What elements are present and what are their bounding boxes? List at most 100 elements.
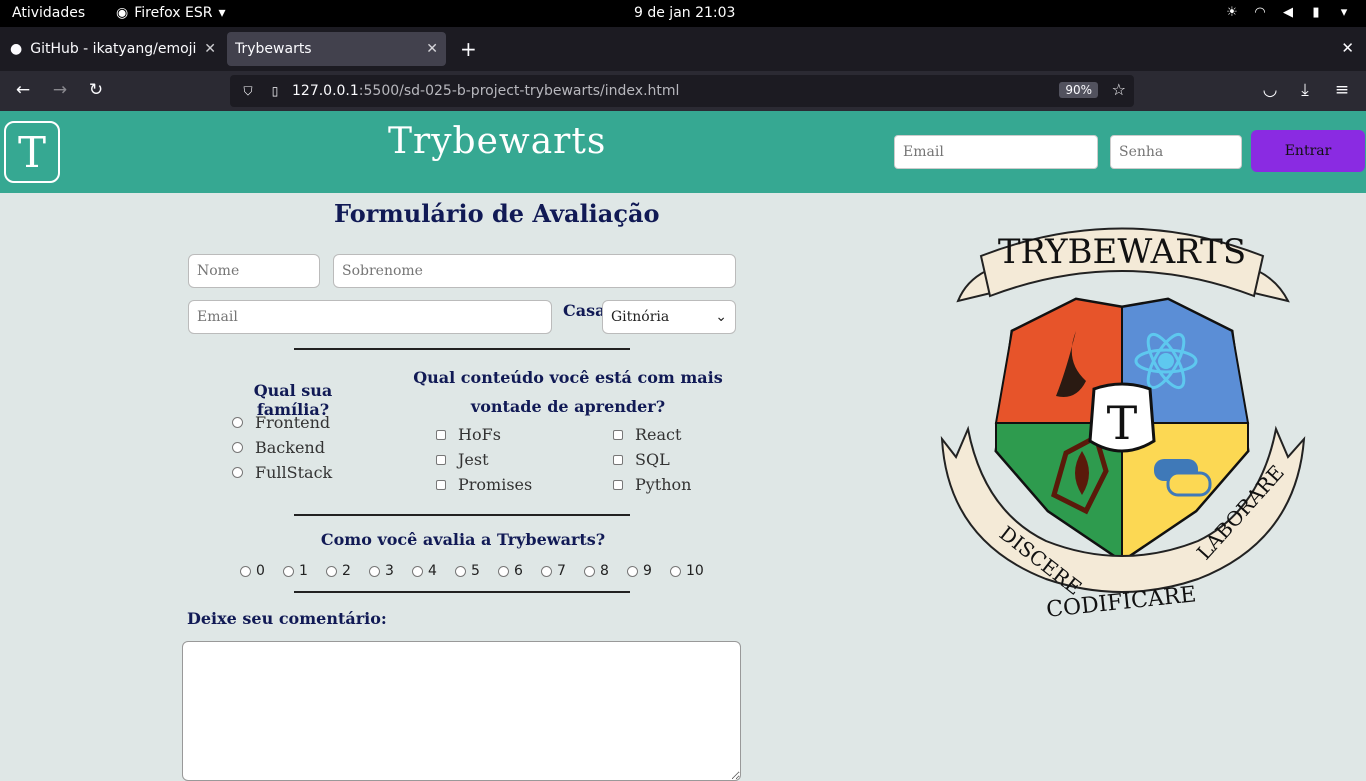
familia-option[interactable]: Backend	[232, 438, 325, 457]
bookmark-star-icon[interactable]: ☆	[1112, 80, 1126, 99]
rating-option[interactable]: 5	[455, 563, 480, 579]
conteudo-option[interactable]: Jest	[436, 450, 489, 469]
logo: T	[4, 121, 60, 183]
menu-icon[interactable]: ≡	[1331, 80, 1353, 100]
app-menu-label: Firefox ESR	[134, 5, 213, 21]
familia-option[interactable]: Frontend	[232, 413, 330, 432]
checkbox[interactable]	[436, 479, 446, 490]
system-tray[interactable]: ☀ ◠ ◀ ▮ ▾	[1224, 4, 1352, 20]
login-password-input[interactable]	[1110, 135, 1242, 169]
tab-github[interactable]: ● GitHub - ikatyang/emoji-cheat-sheet ✕	[2, 32, 224, 66]
rating-option[interactable]: 2	[326, 563, 351, 579]
divider	[294, 591, 630, 593]
clock[interactable]: 9 de jan 21:03	[634, 5, 735, 21]
conteudo-title: Qual conteúdo você está com mais vontade…	[413, 368, 723, 416]
avalia-title: Como você avalia a Trybewarts?	[320, 530, 606, 549]
checkbox[interactable]	[436, 454, 446, 465]
login-button[interactable]: Entrar	[1251, 130, 1365, 172]
radio[interactable]	[232, 442, 243, 453]
new-tab-button[interactable]: +	[460, 37, 477, 61]
rating-option[interactable]: 7	[541, 563, 566, 579]
zoom-badge[interactable]: 90%	[1059, 82, 1098, 98]
close-icon[interactable]: ✕	[426, 41, 438, 57]
nome-input[interactable]	[188, 254, 320, 288]
email-input[interactable]	[188, 300, 552, 334]
forward-icon[interactable]: →	[49, 80, 71, 100]
shield-icon[interactable]: ⛉	[240, 84, 256, 99]
login-email-input[interactable]	[894, 135, 1098, 169]
radio[interactable]	[498, 565, 509, 577]
form-title: Formulário de Avaliação	[334, 199, 660, 228]
rating-option[interactable]: 10	[670, 563, 704, 579]
chevron-down-icon: ▾	[218, 5, 226, 21]
radio[interactable]	[541, 565, 552, 577]
system-top-bar: Atividades ◉ Firefox ESR ▾ 9 de jan 21:0…	[0, 0, 1366, 27]
close-icon[interactable]: ✕	[204, 41, 216, 57]
react-icon	[1158, 353, 1174, 369]
web-page: T Trybewarts Entrar Formulário de Avalia…	[0, 111, 1366, 781]
tab-bar: ● GitHub - ikatyang/emoji-cheat-sheet ✕ …	[0, 27, 1366, 71]
radio[interactable]	[232, 467, 243, 478]
reload-icon[interactable]: ↻	[85, 80, 107, 100]
conteudo-option[interactable]: Python	[613, 475, 691, 494]
chevron-down-icon: ▾	[1340, 4, 1348, 20]
radio[interactable]	[584, 565, 595, 577]
conteudo-option[interactable]: React	[613, 425, 681, 444]
radio[interactable]	[232, 417, 243, 428]
tab-title: GitHub - ikatyang/emoji-cheat-sheet	[30, 41, 197, 57]
activities-button[interactable]: Atividades	[12, 5, 85, 21]
crest-center-letter: T	[1107, 396, 1138, 450]
radio[interactable]	[326, 565, 337, 577]
casa-select[interactable]: Gitnória ⌄	[602, 300, 736, 334]
radio[interactable]	[283, 565, 294, 577]
rating-option[interactable]: 9	[627, 563, 652, 579]
divider	[294, 348, 630, 350]
rating-option[interactable]: 8	[584, 563, 609, 579]
rating-option[interactable]: 0	[240, 563, 265, 579]
crest-banner-text: TRYBEWARTS	[998, 232, 1246, 272]
divider	[294, 514, 630, 516]
rating-option[interactable]: 3	[369, 563, 394, 579]
url-text[interactable]: 127.0.0.1:5500/sd-025-b-project-trybewar…	[292, 83, 679, 99]
comment-textarea[interactable]	[182, 641, 741, 781]
battery-icon: ▮	[1312, 4, 1320, 20]
radio[interactable]	[627, 565, 638, 577]
rating-option[interactable]: 4	[412, 563, 437, 579]
radio[interactable]	[670, 565, 681, 577]
download-icon[interactable]: ⤓	[1294, 80, 1316, 100]
pocket-icon[interactable]: ◡	[1259, 80, 1281, 100]
radio[interactable]	[455, 565, 466, 577]
back-icon[interactable]: ←	[12, 80, 34, 100]
comment-label: Deixe seu comentário:	[187, 609, 387, 628]
brightness-icon: ☀	[1226, 4, 1238, 20]
conteudo-option[interactable]: Promises	[436, 475, 532, 494]
checkbox[interactable]	[613, 479, 623, 490]
checkbox[interactable]	[613, 429, 623, 440]
radio[interactable]	[369, 565, 380, 577]
casa-selected-value: Gitnória	[611, 309, 670, 325]
chevron-down-icon: ⌄	[715, 309, 727, 325]
rating-option[interactable]: 6	[498, 563, 523, 579]
rating-option[interactable]: 1	[283, 563, 308, 579]
url-bar[interactable]: ⛉ ▯ 127.0.0.1:5500/sd-025-b-project-tryb…	[230, 75, 1134, 107]
page-icon[interactable]: ▯	[268, 84, 282, 98]
checkbox[interactable]	[436, 429, 446, 440]
app-menu[interactable]: ◉ Firefox ESR ▾	[116, 5, 226, 21]
wifi-icon: ◠	[1254, 4, 1266, 20]
conteudo-option[interactable]: HoFs	[436, 425, 501, 444]
checkbox[interactable]	[613, 454, 623, 465]
trybewarts-crest: TRYBEWARTS T DISCERE CODIFICARE LABORARE	[940, 227, 1306, 621]
radio[interactable]	[412, 565, 423, 577]
tab-trybewarts[interactable]: Trybewarts ✕	[227, 32, 446, 66]
github-icon: ●	[10, 41, 23, 57]
firefox-icon: ◉	[116, 5, 129, 21]
radio[interactable]	[240, 565, 251, 577]
site-header: T Trybewarts Entrar	[0, 111, 1366, 193]
navigation-bar: ← → ↻ ⛉ ▯ 127.0.0.1:5500/sd-025-b-projec…	[0, 71, 1366, 111]
familia-option[interactable]: FullStack	[232, 463, 332, 482]
sobrenome-input[interactable]	[333, 254, 736, 288]
conteudo-option[interactable]: SQL	[613, 450, 670, 469]
brand-title: Trybewarts	[388, 121, 607, 162]
tab-title: Trybewarts	[235, 41, 312, 57]
window-close-icon[interactable]: ✕	[1341, 39, 1354, 57]
